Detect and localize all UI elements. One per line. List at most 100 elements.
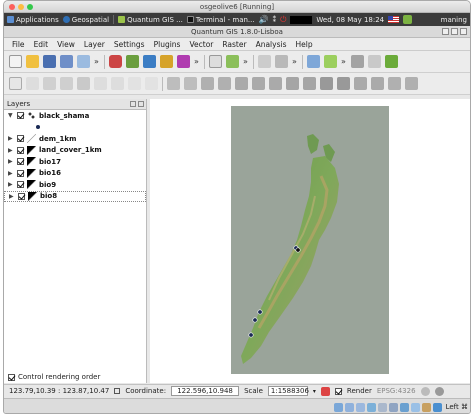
zoom-full-icon[interactable] — [235, 77, 248, 90]
expand-arrow-icon[interactable]: ▶ — [8, 135, 14, 142]
stop-render-icon[interactable] — [320, 386, 330, 396]
layer-row-bio16[interactable]: ▶ bio16 — [4, 168, 146, 180]
applications-menu[interactable]: Applications — [7, 16, 59, 24]
toolbar-overflow-icon[interactable]: » — [341, 57, 347, 66]
python-console-icon[interactable] — [385, 55, 398, 68]
add-spatialite-layer-icon[interactable] — [160, 55, 173, 68]
expand-arrow-icon[interactable]: ▶ — [8, 181, 14, 188]
zoom-next-icon[interactable] — [303, 77, 316, 90]
pan-icon[interactable] — [209, 55, 222, 68]
zoom-layer-icon[interactable] — [252, 77, 265, 90]
toolbar-overflow-icon[interactable]: » — [194, 57, 200, 66]
coordinate-field[interactable]: 122.596,10.948 — [171, 386, 240, 396]
menu-vector[interactable]: Vector — [189, 40, 213, 49]
menu-raster[interactable]: Raster — [222, 40, 246, 49]
close-icon[interactable] — [138, 101, 144, 107]
gps-icon[interactable] — [324, 55, 337, 68]
layer-visibility-checkbox[interactable] — [18, 192, 25, 200]
minimize-icon[interactable] — [18, 4, 24, 10]
maximize-icon[interactable] — [451, 28, 458, 35]
maximize-icon[interactable] — [27, 4, 33, 10]
volume-icon[interactable]: 🔊 — [259, 15, 269, 24]
delete-icon[interactable] — [94, 77, 107, 90]
show-hide-label-icon[interactable] — [388, 77, 401, 90]
help-icon[interactable] — [368, 55, 381, 68]
select-icon[interactable] — [275, 55, 288, 68]
taskbar-terminal[interactable]: Terminal - man... — [186, 16, 255, 24]
refresh-icon[interactable] — [320, 77, 333, 90]
layer-row-dem-1km[interactable]: ▶ dem_1km — [4, 133, 146, 145]
new-project-icon[interactable] — [9, 55, 22, 68]
layer-visibility-checkbox[interactable] — [17, 146, 24, 154]
layer-visibility-checkbox[interactable] — [17, 112, 24, 120]
save-edits-icon[interactable] — [26, 77, 39, 90]
menu-view[interactable]: View — [57, 40, 75, 49]
keyboard-capture-icon[interactable] — [432, 402, 442, 412]
save-as-icon[interactable] — [60, 55, 73, 68]
move-label-icon[interactable] — [405, 77, 418, 90]
zoom-out-icon[interactable] — [218, 77, 231, 90]
rotate-label-icon[interactable] — [337, 77, 350, 90]
geospatial-menu[interactable]: Geospatial — [62, 16, 109, 24]
move-feature-icon[interactable] — [60, 77, 73, 90]
hdd-icon[interactable] — [333, 402, 343, 412]
layer-visibility-checkbox[interactable] — [17, 181, 24, 189]
clock[interactable]: Wed, 08 May 18:24 — [316, 16, 384, 24]
pencil-icon[interactable] — [9, 77, 22, 90]
menu-plugins[interactable]: Plugins — [154, 40, 181, 49]
taskbar-qgis[interactable]: Quantum GIS ... — [118, 16, 183, 24]
add-feature-icon[interactable] — [43, 77, 56, 90]
messages-icon[interactable] — [434, 386, 444, 396]
projection-icon[interactable] — [420, 386, 430, 396]
layer-visibility-checkbox[interactable] — [17, 158, 24, 166]
menu-help[interactable]: Help — [295, 40, 312, 49]
toolbar-overflow-icon[interactable]: » — [292, 57, 298, 66]
grass-icon[interactable] — [351, 55, 364, 68]
copy-icon[interactable] — [128, 77, 141, 90]
layer-row-black-shama[interactable]: ▼ black_shama — [4, 110, 146, 122]
add-postgis-layer-icon[interactable] — [143, 55, 156, 68]
expand-arrow-icon[interactable]: ▶ — [8, 170, 14, 177]
layer-visibility-checkbox[interactable] — [17, 135, 24, 143]
video-capture-icon[interactable] — [399, 402, 409, 412]
identify-icon[interactable] — [258, 55, 271, 68]
paste-icon[interactable] — [145, 77, 158, 90]
toggle-extent-icon[interactable] — [114, 388, 121, 394]
measure-icon[interactable] — [307, 55, 320, 68]
map-canvas[interactable] — [150, 99, 470, 383]
network-icon[interactable] — [366, 402, 376, 412]
scale-field[interactable]: 1:1588306 — [267, 386, 309, 396]
node-tool-icon[interactable] — [77, 77, 90, 90]
close-icon[interactable] — [9, 4, 15, 10]
keyboard-flag-icon[interactable] — [388, 16, 400, 23]
save-project-icon[interactable] — [43, 55, 56, 68]
layer-row-bio17[interactable]: ▶ bio17 — [4, 156, 146, 168]
menu-file[interactable]: File — [12, 40, 25, 49]
add-vector-layer-icon[interactable] — [109, 55, 122, 68]
app-launcher-icon[interactable] — [403, 15, 413, 24]
open-project-icon[interactable] — [26, 55, 39, 68]
pin-label-icon[interactable] — [371, 77, 384, 90]
optical-drive-icon[interactable] — [344, 402, 354, 412]
toolbar-overflow-icon[interactable]: » — [243, 57, 249, 66]
close-icon[interactable] — [460, 28, 467, 35]
add-wms-layer-icon[interactable] — [177, 55, 190, 68]
plugin-icon[interactable] — [226, 55, 239, 68]
add-raster-layer-icon[interactable] — [126, 55, 139, 68]
menu-layer[interactable]: Layer — [84, 40, 105, 49]
expand-arrow-icon[interactable]: ▶ — [8, 147, 14, 154]
projection-label[interactable]: EPSG:4326 — [377, 387, 416, 395]
label-icon[interactable] — [354, 77, 367, 90]
user-name[interactable]: maning — [441, 16, 467, 24]
layer-row-bio8[interactable]: ▶ bio8 — [4, 190, 146, 202]
bluetooth-icon[interactable]: ⁑ — [273, 16, 277, 24]
scale-dropdown-icon[interactable]: ▾ — [313, 388, 316, 395]
zoom-in-icon[interactable] — [201, 77, 214, 90]
render-checkbox[interactable] — [334, 387, 342, 395]
virtualization-icon[interactable] — [410, 402, 420, 412]
menu-settings[interactable]: Settings — [114, 40, 145, 49]
mouse-integration-icon[interactable] — [421, 402, 431, 412]
undo-icon[interactable] — [167, 77, 180, 90]
power-icon[interactable]: ⏻ — [280, 15, 286, 25]
shared-folders-icon[interactable] — [377, 402, 387, 412]
